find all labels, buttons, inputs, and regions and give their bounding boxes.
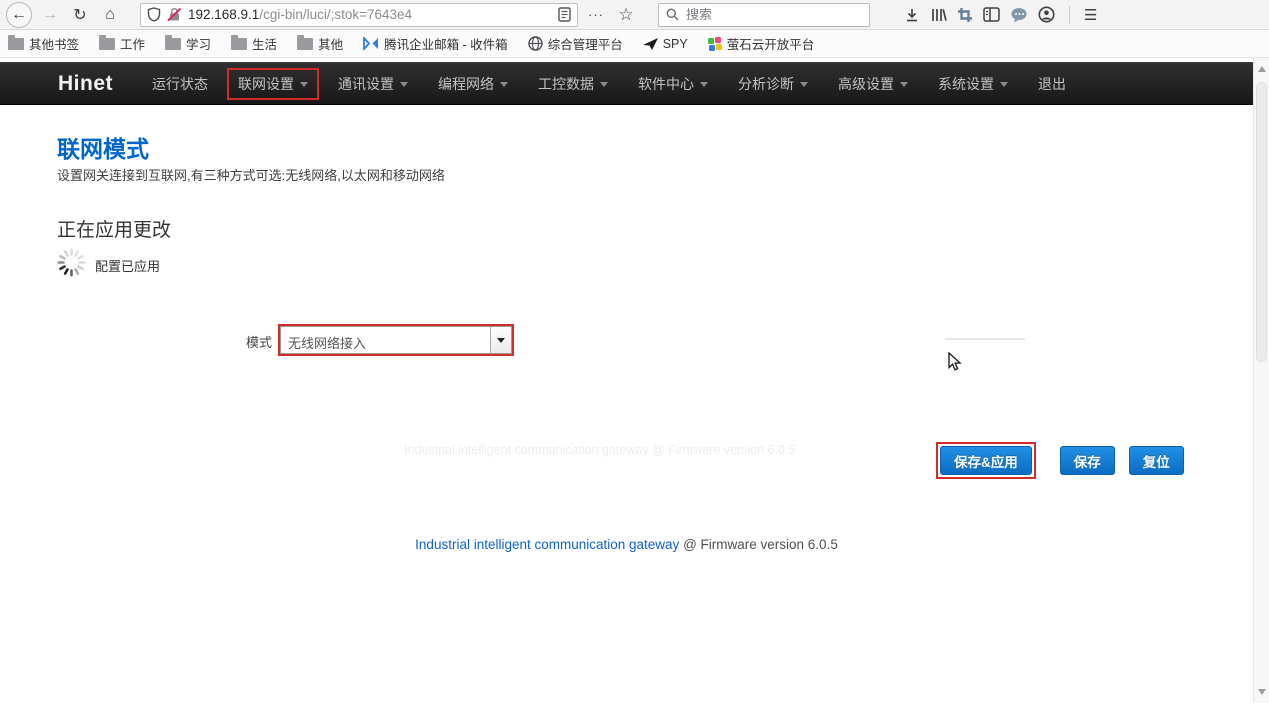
- chevron-down-icon: [600, 82, 608, 87]
- shield-icon[interactable]: [147, 7, 161, 22]
- bookmarks-bar: 其他书签 工作 学习 生活 其他 腾讯企业邮箱 - 收件箱 综合管理平台 SPY…: [0, 30, 1269, 58]
- page-actions-button[interactable]: ···: [584, 3, 608, 27]
- chevron-down-icon: [900, 82, 908, 87]
- faded-divider-line: [945, 338, 1025, 340]
- folder-icon: [8, 38, 24, 50]
- nav-item-programming-network[interactable]: 编程网络: [427, 68, 519, 100]
- url-fade-overlay: [511, 6, 551, 26]
- home-icon: ⌂: [105, 6, 115, 24]
- reader-mode-icon[interactable]: [558, 7, 571, 22]
- nav-item-industrial-data[interactable]: 工控数据: [527, 68, 619, 100]
- browser-toolbar: ← → ↻ ⌂ 192.168.9.1/cgi-bin/luci/;stok=7…: [0, 0, 1269, 30]
- applying-changes-title: 正在应用更改: [57, 215, 171, 242]
- paper-plane-icon: [643, 38, 658, 50]
- reload-button[interactable]: ↻: [68, 3, 92, 27]
- nav-item-advanced-settings[interactable]: 高级设置: [827, 68, 919, 100]
- bookmark-other-folder[interactable]: 其他书签: [8, 34, 79, 53]
- mouse-cursor: [947, 352, 964, 371]
- url-text: 192.168.9.1/cgi-bin/luci/;stok=7643e4: [188, 7, 552, 22]
- nav-item-run-status[interactable]: 运行状态: [141, 68, 219, 100]
- forward-icon: →: [42, 6, 58, 24]
- chevron-down-icon: [800, 82, 808, 87]
- loading-spinner-icon: [56, 247, 87, 278]
- bookmark-ezviz-platform[interactable]: 萤石云开放平台: [708, 34, 815, 53]
- search-box[interactable]: [658, 3, 870, 27]
- toolbar-right-icons: ☰: [904, 6, 1097, 24]
- mode-select-highlight-box: 无线网络接入: [278, 324, 514, 356]
- nav-item-logout[interactable]: 退出: [1027, 68, 1077, 100]
- chevron-down-icon: [1000, 82, 1008, 87]
- page-footer: Industrial intelligent communication gat…: [0, 537, 1253, 552]
- nav-item-diagnostics[interactable]: 分析诊断: [727, 68, 819, 100]
- vertical-scrollbar[interactable]: [1253, 58, 1269, 703]
- bookmark-work-folder[interactable]: 工作: [99, 34, 145, 53]
- select-dropdown-button[interactable]: [490, 327, 511, 353]
- nav-item-software-center[interactable]: 软件中心: [627, 68, 719, 100]
- mode-select[interactable]: 无线网络接入: [280, 326, 512, 354]
- back-icon: ←: [11, 6, 27, 24]
- forward-button[interactable]: →: [38, 3, 62, 27]
- bookmark-misc-folder[interactable]: 其他: [297, 34, 343, 53]
- star-icon: ☆: [618, 5, 633, 25]
- nav-item-network-settings[interactable]: 联网设置: [227, 68, 319, 100]
- mode-label: 模式: [246, 332, 272, 351]
- nav-item-system-settings[interactable]: 系统设置: [927, 68, 1019, 100]
- bookmark-star-button[interactable]: ☆: [614, 3, 638, 27]
- chevron-down-icon: [497, 338, 505, 343]
- search-input[interactable]: [686, 7, 836, 22]
- save-apply-highlight-box: 保存&应用: [936, 442, 1036, 479]
- reload-icon: ↻: [73, 5, 86, 25]
- chevron-down-icon: [700, 82, 708, 87]
- url-host: 192.168.9.1: [188, 7, 259, 22]
- nav-item-comm-settings[interactable]: 通讯设置: [327, 68, 419, 100]
- folder-icon: [165, 38, 181, 50]
- brand-logo: Hinet: [58, 72, 113, 96]
- scroll-up-arrow-icon[interactable]: [1258, 66, 1266, 72]
- url-path: /cgi-bin/luci/;stok=7643e4: [259, 7, 412, 22]
- home-button[interactable]: ⌂: [98, 3, 122, 27]
- page-title: 联网模式: [57, 130, 149, 164]
- scroll-down-arrow-icon[interactable]: [1258, 689, 1266, 695]
- account-icon[interactable]: [1038, 6, 1055, 23]
- bookmark-tencent-mail[interactable]: 腾讯企业邮箱 - 收件箱: [363, 34, 508, 53]
- search-icon: [666, 8, 679, 21]
- tencent-mail-icon: [363, 37, 379, 50]
- insecure-lock-icon[interactable]: [167, 7, 182, 22]
- folder-icon: [99, 38, 115, 50]
- page-description: 设置网关连接到互联网,有三种方式可选:无线网络,以太网和移动网络: [57, 165, 445, 184]
- page-viewport: Hinet 运行状态 联网设置 通讯设置 编程网络 工控数据 软件中心 分析诊断…: [0, 58, 1269, 703]
- reset-button[interactable]: 复位: [1129, 446, 1184, 475]
- config-applied-status: 配置已应用: [95, 256, 160, 275]
- scrollbar-thumb[interactable]: [1256, 82, 1267, 362]
- bookmark-study-folder[interactable]: 学习: [165, 34, 211, 53]
- chevron-down-icon: [300, 82, 308, 87]
- folder-icon: [297, 38, 313, 50]
- gateway-link[interactable]: Industrial intelligent communication gat…: [415, 537, 679, 552]
- menu-button[interactable]: ☰: [1084, 6, 1097, 24]
- screenshot-crop-icon[interactable]: [957, 7, 973, 23]
- four-color-dots-icon: [708, 37, 722, 51]
- folder-icon: [231, 38, 247, 50]
- library-icon[interactable]: [930, 7, 947, 23]
- globe-icon: [528, 36, 543, 51]
- main-navbar: Hinet 运行状态 联网设置 通讯设置 编程网络 工控数据 软件中心 分析诊断…: [0, 62, 1253, 105]
- firmware-version-text: @ Firmware version 6.0.5: [683, 537, 838, 552]
- ellipsis-icon: ···: [588, 7, 604, 22]
- back-button[interactable]: ←: [6, 2, 32, 28]
- download-icon[interactable]: [904, 7, 920, 23]
- bookmark-management-platform[interactable]: 综合管理平台: [528, 34, 623, 53]
- bookmark-life-folder[interactable]: 生活: [231, 34, 277, 53]
- save-apply-button[interactable]: 保存&应用: [940, 446, 1032, 475]
- action-buttons-row: 保存&应用 保存 复位: [936, 442, 1184, 479]
- chevron-down-icon: [400, 82, 408, 87]
- bookmark-spy[interactable]: SPY: [643, 37, 688, 51]
- save-button[interactable]: 保存: [1060, 446, 1115, 475]
- mode-select-value: 无线网络接入: [281, 327, 490, 353]
- sidebar-icon[interactable]: [983, 7, 1000, 22]
- chevron-down-icon: [500, 82, 508, 87]
- chat-extension-icon[interactable]: [1010, 7, 1028, 23]
- url-bar[interactable]: 192.168.9.1/cgi-bin/luci/;stok=7643e4: [140, 3, 578, 27]
- fading-transition-text: Industrial intelligent communication gat…: [404, 443, 795, 457]
- toolbar-separator: [1069, 6, 1070, 24]
